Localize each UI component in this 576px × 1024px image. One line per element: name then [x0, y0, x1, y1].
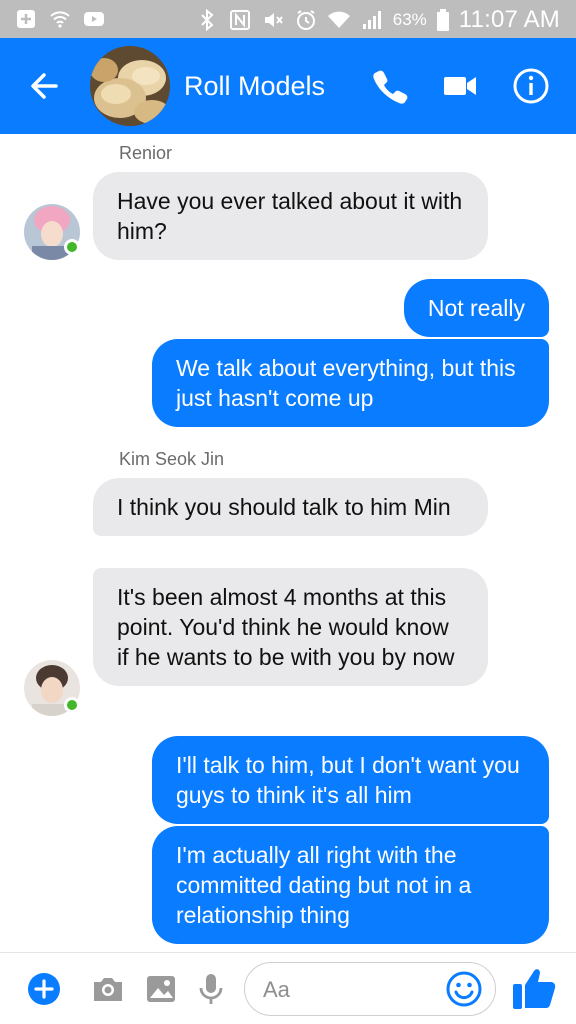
- image-icon: [147, 976, 175, 1002]
- conversation-title[interactable]: Roll Models: [184, 71, 325, 102]
- incoming-message[interactable]: Have you ever talked about it with him?: [93, 172, 488, 260]
- online-indicator: [64, 697, 80, 713]
- message-input-container: [244, 962, 496, 1016]
- camera-button[interactable]: [90, 971, 126, 1007]
- microphone-icon: [199, 974, 223, 1004]
- back-button[interactable]: [26, 68, 66, 104]
- add-box-icon: [14, 7, 38, 31]
- gallery-button[interactable]: [143, 971, 179, 1007]
- incoming-message[interactable]: It's been almost 4 months at this point.…: [93, 568, 488, 686]
- info-icon: [513, 68, 549, 104]
- alarm-icon: [294, 8, 318, 32]
- status-left-icons: [14, 7, 106, 31]
- bluetooth-icon: [195, 8, 219, 32]
- outgoing-message[interactable]: We talk about everything, but this just …: [152, 339, 549, 427]
- arrow-left-icon: [31, 73, 58, 99]
- incoming-message[interactable]: I think you should talk to him Min: [93, 478, 488, 536]
- battery-icon: [436, 8, 450, 32]
- status-right-icons: 63% 11:07 AM: [195, 6, 560, 34]
- camera-icon: [94, 978, 122, 1001]
- clock: 11:07 AM: [458, 6, 560, 33]
- status-bar: 63% 11:07 AM: [0, 0, 576, 38]
- outgoing-message[interactable]: I'm actually all right with the committe…: [152, 826, 549, 944]
- sender-name: Kim Seok Jin: [119, 449, 225, 469]
- thumbs-up-icon: [513, 969, 556, 1009]
- conversation-info-button[interactable]: [511, 66, 551, 106]
- wifi-call-icon: [48, 7, 72, 31]
- online-indicator: [64, 239, 80, 255]
- voice-call-button[interactable]: [370, 66, 410, 106]
- signal-icon: [360, 8, 384, 32]
- wifi-icon: [327, 8, 351, 32]
- outgoing-message[interactable]: Not really: [403, 279, 549, 337]
- youtube-icon: [82, 7, 106, 31]
- message-composer: [0, 952, 576, 1024]
- mute-icon: [261, 8, 285, 32]
- outgoing-message[interactable]: I'll talk to him, but I don't want you g…: [152, 736, 549, 824]
- video-call-button[interactable]: [440, 66, 480, 106]
- message-input[interactable]: [263, 975, 443, 1005]
- group-avatar[interactable]: [90, 46, 170, 126]
- smiley-icon: [446, 971, 482, 1007]
- more-actions-button[interactable]: [26, 971, 62, 1007]
- battery-percent: 63%: [392, 10, 427, 29]
- sender-name: Renior: [119, 143, 173, 163]
- video-camera-icon: [444, 77, 476, 95]
- nfc-icon: [228, 8, 252, 32]
- bread-rolls-image: [90, 46, 170, 126]
- phone-icon: [373, 70, 408, 104]
- emoji-button[interactable]: [445, 970, 483, 1008]
- message-list[interactable]: Renior Have you ever talked about it wit…: [0, 134, 576, 952]
- chat-header: Roll Models: [0, 38, 576, 134]
- plus-circle-icon: [28, 973, 60, 1005]
- voice-message-button[interactable]: [193, 971, 229, 1007]
- like-button[interactable]: [509, 963, 559, 1013]
